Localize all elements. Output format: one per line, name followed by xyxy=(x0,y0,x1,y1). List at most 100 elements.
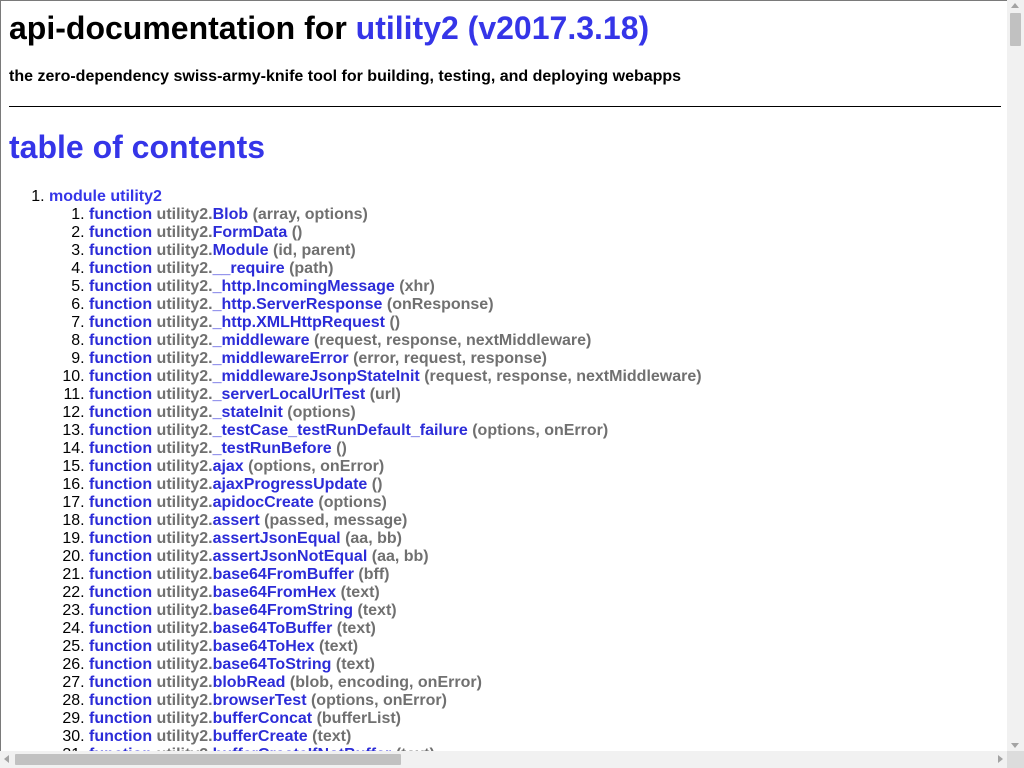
horizontal-scroll-thumb[interactable] xyxy=(15,754,401,765)
function-list-item: function utility2.base64ToHex (text) xyxy=(89,638,1001,656)
function-signature: (bff) xyxy=(358,566,390,583)
function-owner: utility2. xyxy=(156,602,213,619)
function-link[interactable]: _serverLocalUrlTest xyxy=(213,386,366,403)
function-owner: utility2. xyxy=(156,296,213,313)
function-signature: () xyxy=(371,476,383,493)
function-link[interactable]: Module xyxy=(213,242,269,259)
function-keyword: function xyxy=(89,638,153,655)
function-link[interactable]: base64FromString xyxy=(213,602,353,619)
function-link[interactable]: bufferCreate xyxy=(213,728,308,745)
function-owner: utility2. xyxy=(156,422,213,439)
function-list-item: function utility2.Blob (array, options) xyxy=(89,206,1001,224)
function-link[interactable]: assertJsonEqual xyxy=(213,530,341,547)
function-link[interactable]: _http.XMLHttpRequest xyxy=(213,314,385,331)
function-keyword: function xyxy=(89,206,153,223)
function-list-item: function utility2.browserTest (options, … xyxy=(89,692,1001,710)
function-list-item: function utility2._middlewareJsonpStateI… xyxy=(89,368,1001,386)
function-link[interactable]: __require xyxy=(213,260,285,277)
function-keyword: function xyxy=(89,224,153,241)
function-link[interactable]: _middlewareError xyxy=(213,350,349,367)
function-list-item: function utility2._testRunBefore () xyxy=(89,440,1001,458)
scroll-up-arrow-icon[interactable] xyxy=(1011,3,1019,8)
function-signature: (text) xyxy=(319,638,359,655)
function-list-item: function utility2._serverLocalUrlTest (u… xyxy=(89,386,1001,404)
horizontal-scrollbar[interactable] xyxy=(0,751,1007,768)
function-link[interactable]: _middleware xyxy=(213,332,310,349)
function-link[interactable]: assertJsonNotEqual xyxy=(213,548,368,565)
function-keyword: function xyxy=(89,512,153,529)
function-link[interactable]: assert xyxy=(213,512,260,529)
function-keyword: function xyxy=(89,314,153,331)
function-signature: (request, response, nextMiddleware) xyxy=(424,368,702,385)
function-link[interactable]: blobRead xyxy=(213,674,286,691)
function-list-item: function utility2._middleware (request, … xyxy=(89,332,1001,350)
function-link[interactable]: _testCase_testRunDefault_failure xyxy=(213,422,468,439)
function-signature: (options, onError) xyxy=(472,422,609,439)
function-link[interactable]: apidocCreate xyxy=(213,494,314,511)
function-keyword: function xyxy=(89,656,153,673)
scroll-right-arrow-icon[interactable] xyxy=(998,755,1003,763)
function-signature: (request, response, nextMiddleware) xyxy=(313,332,592,349)
function-owner: utility2. xyxy=(156,458,213,475)
function-keyword: function xyxy=(89,242,153,259)
function-link[interactable]: browserTest xyxy=(213,692,307,709)
function-list-item: function utility2._middlewareError (erro… xyxy=(89,350,1001,368)
function-list-item: function utility2.base64FromHex (text) xyxy=(89,584,1001,602)
function-list-item: function utility2.assertJsonEqual (aa, b… xyxy=(89,530,1001,548)
document-content: api-documentation for utility2 (v2017.3.… xyxy=(1,9,1001,751)
function-list-item: function utility2._http.XMLHttpRequest (… xyxy=(89,314,1001,332)
function-owner: utility2. xyxy=(156,638,213,655)
function-owner: utility2. xyxy=(156,692,213,709)
function-link[interactable]: _middlewareJsonpStateInit xyxy=(213,368,420,385)
function-keyword: function xyxy=(89,494,153,511)
function-link[interactable]: ajax xyxy=(213,458,244,475)
function-link[interactable]: base64ToString xyxy=(213,656,332,673)
function-signature: (options, onError) xyxy=(248,458,385,475)
function-list-item: function utility2.FormData () xyxy=(89,224,1001,242)
function-owner: utility2. xyxy=(156,548,213,565)
function-link[interactable]: FormData xyxy=(213,224,288,241)
function-link[interactable]: base64ToHex xyxy=(213,638,315,655)
function-link[interactable]: base64FromHex xyxy=(213,584,337,601)
function-owner: utility2. xyxy=(156,656,213,673)
project-link[interactable]: utility2 (v2017.3.18) xyxy=(356,10,649,46)
function-link[interactable]: _stateInit xyxy=(213,404,283,421)
function-keyword: function xyxy=(89,476,153,493)
function-link[interactable]: ajaxProgressUpdate xyxy=(213,476,368,493)
function-signature: (onResponse) xyxy=(386,296,494,313)
function-list-item: function utility2.base64ToString (text) xyxy=(89,656,1001,674)
function-list-item: function utility2.base64FromBuffer (bff) xyxy=(89,566,1001,584)
function-owner: utility2. xyxy=(156,206,213,223)
function-keyword: function xyxy=(89,692,153,709)
function-list: function utility2.Blob (array, options)f… xyxy=(49,206,1001,751)
vertical-scroll-thumb[interactable] xyxy=(1010,13,1021,46)
module-link[interactable]: module utility2 xyxy=(49,188,162,205)
function-list-item: function utility2._stateInit (options) xyxy=(89,404,1001,422)
toc-heading: table of contents xyxy=(9,128,1001,166)
vertical-scrollbar[interactable] xyxy=(1007,0,1024,751)
function-link[interactable]: bufferConcat xyxy=(213,710,313,727)
function-keyword: function xyxy=(89,422,153,439)
function-link[interactable]: base64ToBuffer xyxy=(213,620,333,637)
toc-heading-link[interactable]: table of contents xyxy=(9,129,265,165)
function-link[interactable]: Blob xyxy=(213,206,249,223)
function-signature: () xyxy=(389,314,401,331)
function-keyword: function xyxy=(89,728,153,745)
function-list-item: function utility2.ajax (options, onError… xyxy=(89,458,1001,476)
function-list-item: function utility2._testCase_testRunDefau… xyxy=(89,422,1001,440)
function-link[interactable]: _http.ServerResponse xyxy=(213,296,383,313)
function-list-item: function utility2.assert (passed, messag… xyxy=(89,512,1001,530)
function-link[interactable]: _http.IncomingMessage xyxy=(213,278,395,295)
scroll-down-arrow-icon[interactable] xyxy=(1011,743,1019,748)
function-keyword: function xyxy=(89,260,153,277)
function-keyword: function xyxy=(89,386,153,403)
function-link[interactable]: base64FromBuffer xyxy=(213,566,354,583)
function-link[interactable]: _testRunBefore xyxy=(213,440,332,457)
function-signature: (options) xyxy=(318,494,387,511)
scroll-left-arrow-icon[interactable] xyxy=(4,755,9,763)
function-owner: utility2. xyxy=(156,674,213,691)
function-signature: (xhr) xyxy=(399,278,435,295)
function-keyword: function xyxy=(89,584,153,601)
function-owner: utility2. xyxy=(156,224,213,241)
function-list-item: function utility2.base64ToBuffer (text) xyxy=(89,620,1001,638)
